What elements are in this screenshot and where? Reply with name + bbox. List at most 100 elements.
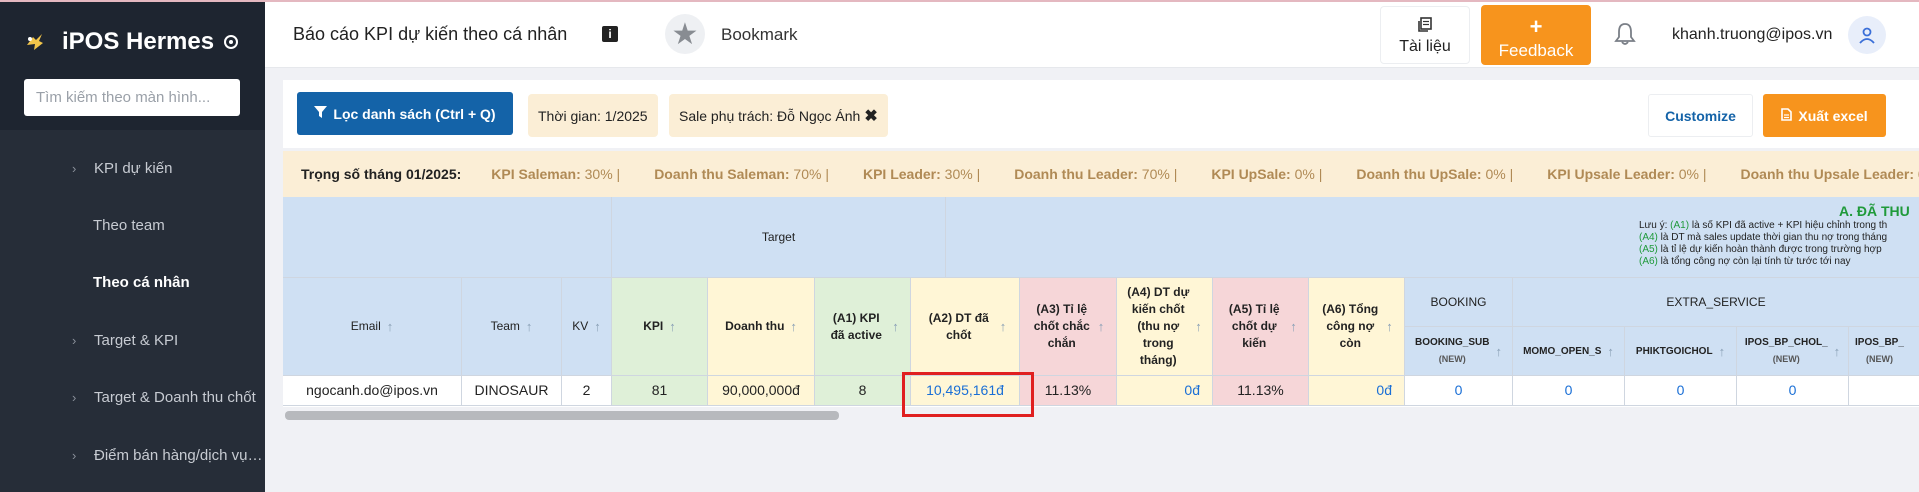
table-row-kv: 2 <box>562 376 612 406</box>
filter-toolbar: Lọc danh sách (Ctrl + Q) Thời gian: 1/20… <box>283 80 1919 148</box>
sort-arrow-icon: ↑ <box>1097 319 1105 334</box>
table-row-team: DINOSAUR <box>462 376 562 406</box>
sidebar-item-diem-ban-hang[interactable]: › Điểm bán hàng/dịch vụ ... <box>0 435 265 475</box>
filter-list-button[interactable]: Lọc danh sách (Ctrl + Q) <box>297 92 513 135</box>
docs-label: Tài liệu <box>1399 38 1451 55</box>
table-row-a1: 8 <box>815 376 911 406</box>
sort-arrow-icon: ↑ <box>1718 343 1726 359</box>
sidebar-item-label: KPI dự kiến <box>94 159 173 177</box>
col-a6-header[interactable]: (A6) Tổng công nợ còn ↑ <box>1309 278 1405 376</box>
weight-item: KPI Leader: 30% | <box>862 166 981 182</box>
sort-arrow-icon: ↑ <box>669 319 676 334</box>
weight-item: KPI Saleman: 30% | <box>491 166 621 182</box>
weights-bar: Trọng số tháng 01/2025: KPI Saleman: 30%… <box>283 151 1919 197</box>
app-root: iPOS Hermes › KPI dự kiến Theo team Theo… <box>0 0 1919 492</box>
sort-arrow-icon: ↑ <box>1833 343 1841 359</box>
table-row-momo[interactable]: 0 <box>1513 376 1625 406</box>
table-row-ipos-bp[interactable]: 0 <box>1737 376 1849 406</box>
export-excel-button[interactable]: Xuất excel <box>1763 94 1886 137</box>
chevron-right-icon: › <box>72 332 77 348</box>
col-group-booking: BOOKING <box>1405 278 1513 327</box>
col-ipos-bp-header[interactable]: IPOS_BP_CHOL_ (NEW) ↑ <box>1737 327 1849 376</box>
col-momo-header[interactable]: MOMO_OPEN_S ↑ <box>1513 327 1625 376</box>
brand-name: iPOS Hermes <box>62 28 215 55</box>
brand[interactable]: iPOS Hermes <box>24 24 239 60</box>
customize-button[interactable]: Customize <box>1648 94 1753 137</box>
sidebar-item-label: Theo cá nhân <box>93 273 190 291</box>
table-row-phikt[interactable]: 0 <box>1625 376 1737 406</box>
table-row-booking-sub[interactable]: 0 <box>1405 376 1513 406</box>
sort-arrow-icon: ↑ <box>790 319 797 334</box>
sidebar-search-input[interactable] <box>24 79 240 116</box>
sort-arrow-icon: ↑ <box>525 319 533 334</box>
table-notes: Lưu ý: (A1) là số KPI đã active + KPI hi… <box>1639 220 1888 267</box>
col-booking-sub-header[interactable]: BOOKING_SUB (NEW) ↑ <box>1405 327 1513 376</box>
col-a2-header[interactable]: (A2) DT đã chốt ↑ <box>911 278 1020 376</box>
docs-button[interactable]: Tài liệu <box>1380 6 1470 64</box>
table-row-a5: 11.13% <box>1213 376 1309 406</box>
sidebar-item-target-kpi[interactable]: › Target & KPI <box>0 320 265 360</box>
chevron-right-icon: › <box>72 389 77 405</box>
weight-item: KPI Upsale Leader: 0% | <box>1547 166 1707 182</box>
top-header: Báo cáo KPI dự kiến theo cá nhân i ★ Boo… <box>265 2 1919 68</box>
radio-target-icon[interactable] <box>224 35 239 49</box>
table-row-doanh-thu: 90,000,000đ <box>708 376 815 406</box>
document-icon <box>1381 17 1469 36</box>
weight-item: Doanh thu Upsale Leader: 0% <box>1740 166 1919 182</box>
col-a4-header[interactable]: (A4) DT dự kiến chốt (thu nợ trong tháng… <box>1117 278 1213 376</box>
col-ipos-bp2-header[interactable]: IPOS_BP_ (NEW) <box>1849 327 1919 376</box>
section-title: A. ĐÃ THU <box>1839 203 1910 219</box>
info-icon[interactable]: i <box>602 26 618 42</box>
file-excel-icon <box>1781 107 1793 124</box>
filter-icon <box>314 105 328 122</box>
sidebar-item-theo-team[interactable]: Theo team <box>0 205 265 245</box>
chevron-right-icon: › <box>72 447 77 463</box>
sort-arrow-icon: ↑ <box>892 319 899 334</box>
sidebar-menu: › KPI dự kiến Theo team Theo cá nhân › T… <box>0 130 265 492</box>
notification-bell-icon[interactable] <box>1614 22 1636 52</box>
filter-list-label: Lọc danh sách (Ctrl + Q) <box>333 105 496 122</box>
feedback-button[interactable]: + Feedback <box>1481 5 1591 65</box>
table-row-a6[interactable]: 0đ <box>1309 376 1405 406</box>
col-team-header[interactable]: Team ↑ <box>462 278 562 376</box>
sidebar-item-target-doanh-thu[interactable]: › Target & Doanh thu chốt <box>0 377 265 417</box>
chip-time-filter[interactable]: Thời gian: 1/2025 <box>528 94 658 137</box>
export-excel-label: Xuất excel <box>1798 107 1868 124</box>
col-kpi-header[interactable]: KPI ↑ <box>612 278 708 376</box>
sort-arrow-icon: ↑ <box>594 319 601 334</box>
hermes-logo-icon <box>24 31 46 53</box>
bookmark-label[interactable]: Bookmark <box>721 25 798 45</box>
sort-arrow-icon: ↑ <box>1607 343 1614 359</box>
sort-arrow-icon: ↑ <box>1290 319 1297 334</box>
table-row-email: ngocanh.do@ipos.vn <box>283 376 462 406</box>
table-group-target: Target <box>612 197 946 278</box>
col-doanh-thu-header[interactable]: Doanh thu ↑ <box>708 278 815 376</box>
col-email-header[interactable]: Email ↑ <box>283 278 462 376</box>
close-icon[interactable]: ✖ <box>864 106 877 126</box>
table-group-blank <box>283 197 612 278</box>
sidebar: iPOS Hermes › KPI dự kiến Theo team Theo… <box>0 2 265 492</box>
table-row-a4[interactable]: 0đ <box>1117 376 1213 406</box>
col-a3-header[interactable]: (A3) Tỉ lệ chốt chắc chắn ↑ <box>1020 278 1117 376</box>
feedback-label: Feedback <box>1498 40 1574 60</box>
highlight-box <box>902 372 1034 417</box>
page-title: Báo cáo KPI dự kiến theo cá nhân <box>293 24 568 44</box>
weight-item: Doanh thu Leader: 70% | <box>1014 166 1178 182</box>
kpi-table: Target A. ĐÃ THU Lưu ý: (A1) là số KPI đ… <box>283 197 1919 407</box>
bookmark-star-icon[interactable]: ★ <box>665 14 705 54</box>
sidebar-item-kpi-du-kien[interactable]: › KPI dự kiến <box>0 148 265 188</box>
col-a5-header[interactable]: (A5) Tỉ lệ chốt dự kiến ↑ <box>1213 278 1309 376</box>
col-phikt-header[interactable]: PHIKTGOICHOL ↑ <box>1625 327 1737 376</box>
horizontal-scrollbar[interactable] <box>285 411 839 420</box>
sort-arrow-icon: ↑ <box>999 319 1007 334</box>
plus-icon: + <box>1529 13 1543 39</box>
table-row-ipos-bp2[interactable] <box>1849 376 1919 406</box>
col-a1-header[interactable]: (A1) KPI đã active ↑ <box>815 278 911 376</box>
sidebar-item-theo-ca-nhan[interactable]: Theo cá nhân <box>0 262 265 302</box>
user-email[interactable]: khanh.truong@ipos.vn <box>1672 26 1832 44</box>
sidebar-item-label: Target & KPI <box>94 331 179 349</box>
col-kv-header[interactable]: KV ↑ <box>562 278 612 376</box>
chip-sale-filter[interactable]: Sale phụ trách: Đỗ Ngọc Ánh ✖ <box>669 94 888 137</box>
user-avatar-icon[interactable] <box>1848 16 1886 54</box>
sort-arrow-icon: ↑ <box>1195 319 1202 334</box>
